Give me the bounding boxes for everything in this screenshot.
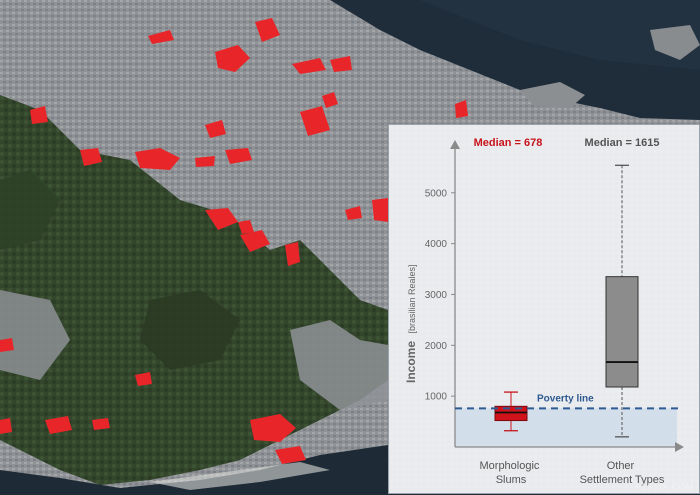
median-label-slums: Median = 678 bbox=[474, 137, 543, 149]
poverty-line-label: Poverty line bbox=[537, 393, 594, 404]
category-label-other-line1: Other bbox=[607, 460, 635, 472]
median-label-other: Median = 1615 bbox=[585, 137, 660, 149]
y-axis-label: Income [brasilian Reales] bbox=[402, 264, 419, 383]
income-boxplot: 1000 2000 3000 4000 5000 Poverty line Median… bbox=[402, 137, 684, 486]
category-label-slums: Morphologic Slums bbox=[480, 460, 543, 486]
poverty-band bbox=[455, 408, 677, 447]
y-tick-label: 1000 bbox=[425, 392, 448, 403]
y-axis-label-unit: [brasilian Reales] bbox=[407, 264, 417, 333]
y-tick-label: 3000 bbox=[425, 290, 448, 301]
y-tick-label: 5000 bbox=[425, 188, 448, 199]
x-axis-arrow bbox=[675, 442, 684, 452]
y-tick-label: 4000 bbox=[425, 239, 448, 250]
y-axis-label-main: Income bbox=[404, 341, 418, 383]
category-label-slums-line1: Morphologic bbox=[480, 460, 540, 472]
box-other bbox=[605, 276, 639, 388]
watermark: HLKMX.COM bbox=[634, 482, 694, 492]
category-label-slums-line2: Slums bbox=[496, 474, 527, 486]
y-axis-arrow bbox=[450, 140, 460, 149]
y-tick-label: 2000 bbox=[425, 341, 448, 352]
chart-panel: 1000 2000 3000 4000 5000 Poverty line Median… bbox=[388, 124, 700, 494]
box-slums bbox=[494, 405, 528, 422]
